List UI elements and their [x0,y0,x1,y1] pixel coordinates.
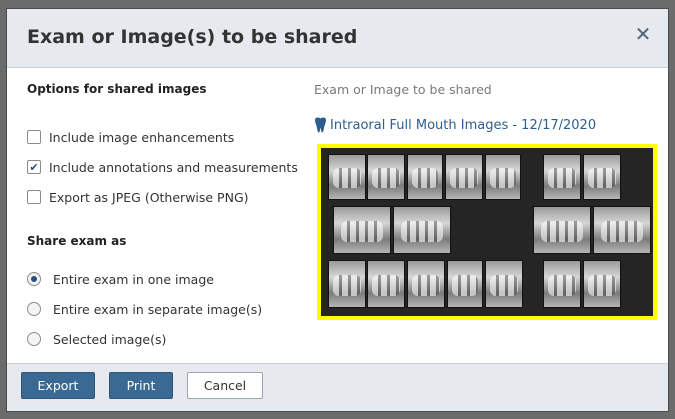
xray-image [485,260,523,308]
option-label: Export as JPEG (Otherwise PNG) [49,189,249,205]
checkbox-annotations[interactable]: ✔ [27,160,41,174]
xray-image [367,154,405,200]
dialog-title: Exam or Image(s) to be shared [27,26,358,48]
xray-image [333,206,391,254]
xray-image [447,260,483,308]
dialog-footer: Export Print Cancel [7,363,668,411]
radio-button[interactable] [27,332,41,346]
xray-image [445,154,483,200]
radio-entire-exam-separate[interactable]: Entire exam in separate image(s) [27,300,262,318]
radio-entire-exam-one[interactable]: Entire exam in one image [27,270,214,288]
xray-image [328,260,366,308]
option-image-enhancements[interactable]: Include image enhancements [27,128,234,146]
print-button[interactable]: Print [109,372,173,399]
xray-image [533,206,591,254]
xray-image [407,154,443,200]
exam-title: Intraoral Full Mouth Images - 12/17/2020 [330,117,597,133]
xray-image [583,260,621,308]
xray-image [328,154,366,200]
exam-preview-thumbnail [317,144,657,320]
close-icon[interactable]: ✕ [632,22,654,46]
option-annotations[interactable]: ✔ Include annotations and measurements [27,158,298,176]
xray-image [543,260,581,308]
cancel-button[interactable]: Cancel [187,372,263,399]
export-button[interactable]: Export [21,372,95,399]
xray-image [393,206,451,254]
tooth-icon [315,117,326,133]
option-export-jpeg[interactable]: Export as JPEG (Otherwise PNG) [27,188,249,206]
preview-label: Exam or Image to be shared [314,82,492,97]
radio-selected-images[interactable]: Selected image(s) [27,330,166,348]
radio-label: Selected image(s) [53,331,167,347]
xray-image [407,260,445,308]
radio-button[interactable] [27,272,41,286]
xray-image [583,154,621,200]
xray-image [367,260,405,308]
exam-title-row: Intraoral Full Mouth Images - 12/17/2020 [314,117,596,133]
option-label: Include annotations and measurements [49,159,298,175]
radio-button[interactable] [27,302,41,316]
option-label: Include image enhancements [49,129,235,145]
xray-image [593,206,651,254]
dialog-titlebar: Exam or Image(s) to be shared ✕ [7,9,668,68]
checkbox-image-enhancements[interactable] [27,130,41,144]
share-heading: Share exam as [27,234,127,248]
radio-label: Entire exam in separate image(s) [53,301,263,317]
options-heading: Options for shared images [27,82,207,96]
preview-panel: Exam or Image to be shared Intraoral Ful… [314,82,659,320]
radio-label: Entire exam in one image [53,271,214,287]
xray-image [543,154,581,200]
share-dialog: Exam or Image(s) to be shared ✕ Options … [6,8,669,412]
xray-image [485,154,521,200]
checkbox-export-jpeg[interactable] [27,190,41,204]
